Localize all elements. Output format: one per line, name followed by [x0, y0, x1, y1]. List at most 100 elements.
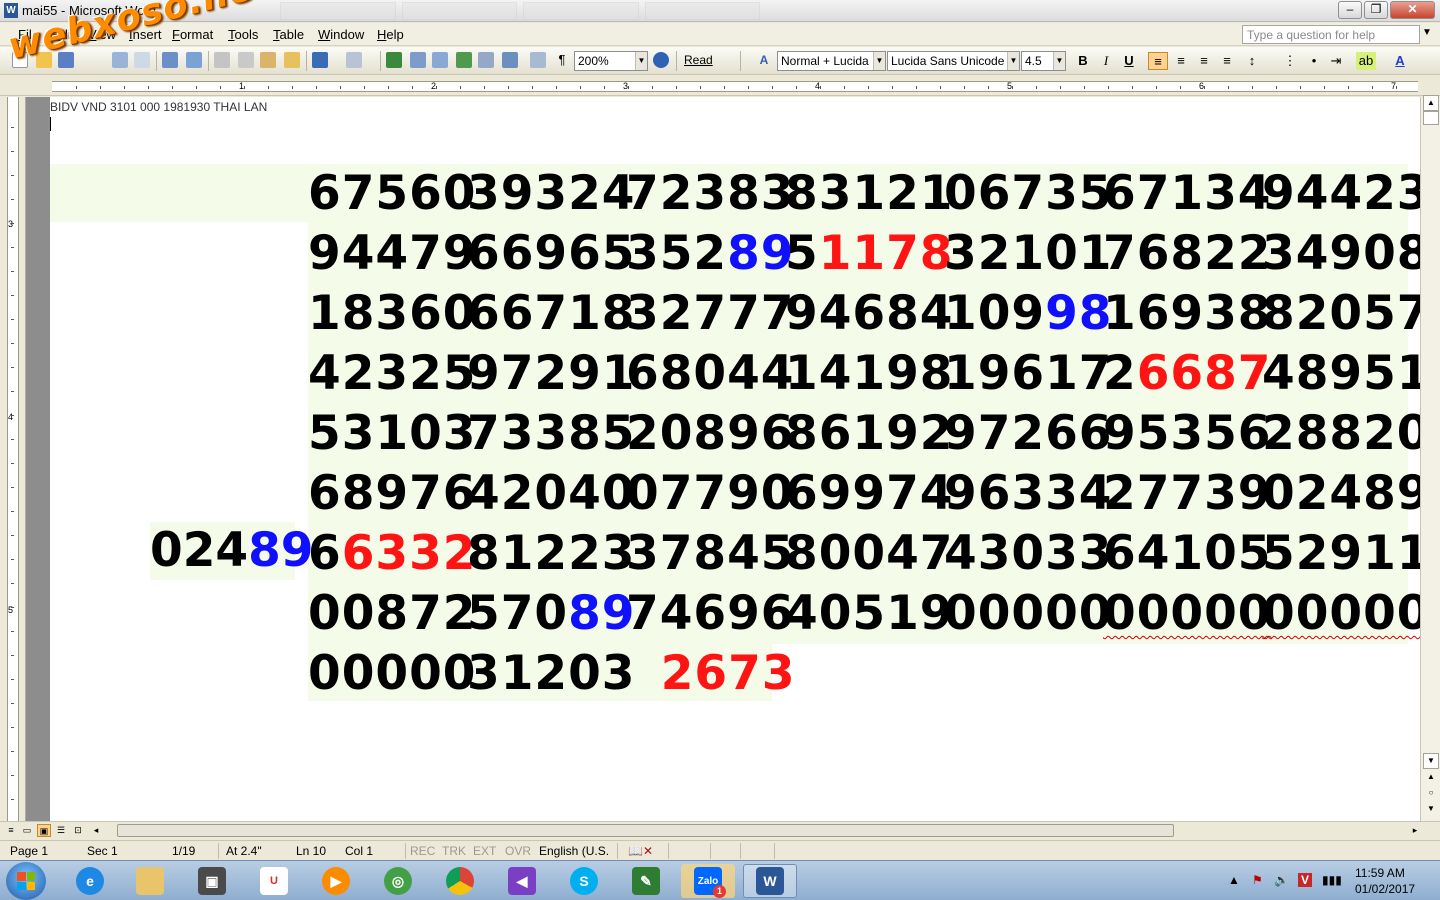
- help-dropdown-icon[interactable]: ▼: [1422, 27, 1432, 38]
- status-ext[interactable]: EXT: [473, 844, 496, 858]
- clock-time[interactable]: 11:59 AM: [1355, 866, 1405, 880]
- justify-icon[interactable]: ≡: [1217, 52, 1237, 70]
- taskbar-word[interactable]: W: [743, 864, 797, 898]
- restore-button[interactable]: ❐: [1364, 1, 1388, 19]
- menu-format[interactable]: Format: [172, 27, 213, 42]
- align-center-icon[interactable]: ≡: [1171, 52, 1191, 70]
- digits: 80047: [785, 526, 954, 581]
- indent-icon[interactable]: ⇥: [1326, 52, 1346, 70]
- paste-icon[interactable]: [260, 52, 276, 68]
- insert-excel-icon[interactable]: [456, 52, 472, 68]
- ruler-tick: [556, 86, 557, 89]
- spelling-icon[interactable]: [162, 52, 178, 68]
- menu-table[interactable]: Table: [273, 27, 304, 42]
- align-right-icon[interactable]: ≡: [1194, 52, 1214, 70]
- status-ovr[interactable]: OVR: [505, 844, 531, 858]
- scroll-left-icon[interactable]: ◂: [89, 824, 103, 837]
- word-app-icon[interactable]: W: [4, 3, 18, 18]
- styles-pane-icon[interactable]: A: [756, 52, 772, 68]
- status-trk[interactable]: TRK: [442, 844, 466, 858]
- taskbar-media-player[interactable]: ▶: [309, 864, 363, 898]
- taskbar-chrome[interactable]: [433, 864, 487, 898]
- taskbar-photo-app[interactable]: ▣: [185, 864, 239, 898]
- number-group: 53103: [308, 404, 476, 464]
- taskbar-coccoc[interactable]: ◎: [371, 864, 425, 898]
- ruler-tick: [676, 86, 677, 89]
- style-select[interactable]: Normal + Lucida ▼: [777, 51, 886, 71]
- show-formatting-icon[interactable]: ¶: [554, 52, 570, 68]
- format-painter-icon[interactable]: [284, 52, 300, 68]
- close-button[interactable]: ✕: [1390, 1, 1435, 19]
- vertical-scrollbar[interactable]: ▲ ▼ ▲ ○ ▼: [1420, 95, 1440, 821]
- insert-table-icon[interactable]: [432, 52, 448, 68]
- print-preview-icon[interactable]: [134, 52, 150, 68]
- digits: 14198: [785, 346, 954, 401]
- select-browse-object-icon[interactable]: ○: [1423, 786, 1439, 802]
- font-color-icon[interactable]: A: [1390, 52, 1410, 70]
- italic-button[interactable]: I: [1096, 52, 1116, 70]
- taskbar-zalo[interactable]: Zalo 1: [681, 864, 735, 898]
- vertical-ruler[interactable]: 3 4 5: [0, 97, 26, 821]
- print-icon[interactable]: [112, 52, 128, 68]
- taskbar-explorer[interactable]: [123, 864, 177, 898]
- underline-button[interactable]: U: [1119, 52, 1139, 70]
- spelling-status-icon[interactable]: 📖✕: [628, 844, 653, 858]
- next-page-icon[interactable]: ▼: [1423, 802, 1439, 818]
- redo-icon[interactable]: [346, 52, 362, 68]
- vertical-scroll-thumb[interactable]: [1423, 111, 1439, 125]
- cut-icon[interactable]: [214, 52, 230, 68]
- scroll-up-icon[interactable]: ▲: [1423, 95, 1439, 111]
- align-left-icon[interactable]: ≡: [1148, 52, 1168, 70]
- reading-layout-icon[interactable]: ⊡: [71, 824, 85, 837]
- taskbar-visual-studio[interactable]: ◀: [495, 864, 549, 898]
- numbering-icon[interactable]: ⋮: [1280, 52, 1300, 70]
- research-icon[interactable]: [186, 52, 202, 68]
- minimize-button[interactable]: –: [1338, 1, 1362, 19]
- volume-icon[interactable]: 🔊: [1274, 873, 1289, 887]
- help-icon[interactable]: [653, 52, 669, 68]
- drawing-icon[interactable]: [502, 52, 518, 68]
- scroll-right-icon[interactable]: ▸: [1408, 824, 1422, 837]
- web-layout-icon[interactable]: ▭: [20, 824, 34, 837]
- font-size-select[interactable]: 4.5 ▼: [1021, 51, 1066, 71]
- horizontal-ruler[interactable]: 1 2 3 4 5 6 7: [0, 76, 1440, 96]
- print-layout-icon[interactable]: ▣: [37, 824, 51, 837]
- undo-icon[interactable]: [312, 52, 328, 68]
- outline-view-icon[interactable]: ☰: [54, 824, 68, 837]
- taskbar-internet-explorer[interactable]: e: [63, 864, 117, 898]
- bold-button[interactable]: B: [1073, 52, 1093, 70]
- status-language[interactable]: English (U.S.: [539, 844, 609, 858]
- vietnamese-input-icon[interactable]: V: [1298, 873, 1313, 887]
- clock-date[interactable]: 01/02/2017: [1355, 882, 1415, 896]
- menu-tools[interactable]: Tools: [228, 27, 258, 42]
- highlight-icon[interactable]: ab: [1356, 52, 1376, 70]
- start-button[interactable]: [6, 862, 46, 900]
- status-rec[interactable]: REC: [410, 844, 435, 858]
- zoom-select[interactable]: 200% ▼: [574, 51, 648, 71]
- tables-borders-icon[interactable]: [410, 52, 426, 68]
- document-map-icon[interactable]: [530, 52, 546, 68]
- security-tray-icon[interactable]: ⚑: [1252, 873, 1263, 887]
- normal-view-icon[interactable]: ≡: [4, 824, 18, 837]
- previous-page-icon[interactable]: ▲: [1423, 770, 1439, 786]
- menu-window[interactable]: Window: [318, 27, 364, 42]
- copy-icon[interactable]: [238, 52, 254, 68]
- taskbar-unikey[interactable]: U: [247, 864, 301, 898]
- scroll-down-icon[interactable]: ▼: [1423, 753, 1439, 769]
- network-icon[interactable]: ▮▮▮: [1322, 873, 1342, 887]
- columns-icon[interactable]: [478, 52, 494, 68]
- line-spacing-icon[interactable]: ↕: [1242, 52, 1262, 70]
- background-browser-tabs: [280, 2, 760, 20]
- horizontal-scroll-thumb[interactable]: [117, 824, 1174, 837]
- document-page[interactable]: BIDV VND 3101 000 1981930 THAI LAN 67560…: [50, 97, 1420, 821]
- hyperlink-icon[interactable]: [386, 52, 402, 68]
- taskbar-skype[interactable]: S: [557, 864, 611, 898]
- show-hidden-icons-icon[interactable]: ▲: [1228, 873, 1240, 887]
- help-search-input[interactable]: Type a question for help: [1242, 25, 1420, 44]
- font-select[interactable]: Lucida Sans Unicode ▼: [887, 51, 1020, 71]
- bullets-icon[interactable]: •: [1304, 52, 1324, 70]
- taskbar-feather-app[interactable]: ✎: [619, 864, 673, 898]
- read-mode-button[interactable]: Read: [684, 53, 713, 67]
- menu-help[interactable]: Help: [377, 27, 404, 42]
- ruler-tick: [724, 86, 725, 89]
